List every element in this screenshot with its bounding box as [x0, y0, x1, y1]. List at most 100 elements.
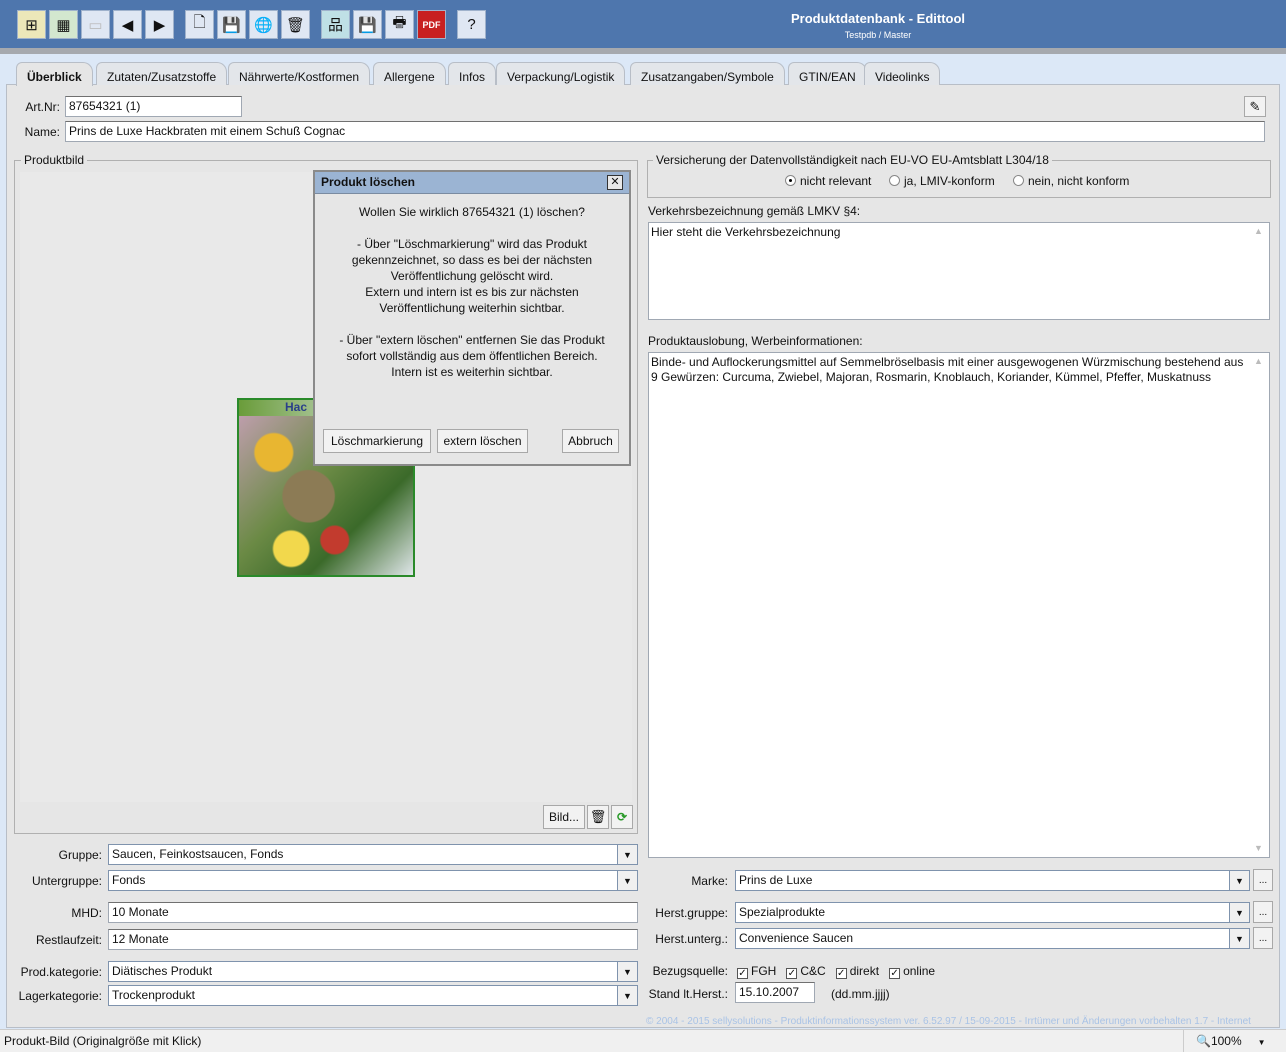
chevron-down-icon: ▼ — [617, 871, 637, 890]
hierarchy-icon[interactable]: 品 — [321, 10, 350, 39]
herstunterg-value: Convenience Saucen — [739, 931, 854, 945]
dialog-title: Produkt löschen — [315, 172, 629, 194]
status-text: Produkt-Bild (Originalgröße mit Klick) — [4, 1034, 202, 1048]
verkehr-textarea[interactable]: Hier steht die Verkehrsbezeichnung ▲ — [648, 222, 1270, 320]
auslobung-text: Binde- und Auflockerungsmittel auf Semme… — [651, 355, 1244, 384]
lagerkategorie-label: Lagerkategorie: — [18, 989, 102, 1003]
radio-lmiv-konform[interactable]: ja, LMIV-konform — [889, 174, 995, 188]
radio-label: ja, LMIV-konform — [904, 174, 995, 188]
delete-image-icon[interactable]: 🗑 — [587, 805, 609, 829]
marke-select[interactable]: Prins de Luxe ▼ — [735, 870, 1250, 891]
zoom-icon: 🔍 — [1196, 1034, 1211, 1048]
new-document-icon[interactable]: 🗋 — [185, 10, 214, 39]
radio-label: nein, nicht konform — [1028, 174, 1130, 188]
print-icon[interactable]: 🖶 — [385, 10, 414, 39]
untergruppe-select[interactable]: Fonds ▼ — [108, 870, 638, 891]
untergruppe-value: Fonds — [112, 873, 146, 887]
radio-nicht-relevant[interactable]: nicht relevant — [785, 174, 871, 188]
back-icon[interactable]: ◀ — [113, 10, 142, 39]
tab-allergene[interactable]: Allergene — [373, 62, 446, 85]
produktbild-title: Produktbild — [21, 153, 88, 167]
date-format-hint: (dd.mm.jjjj) — [831, 987, 890, 1001]
lagerkategorie-select[interactable]: Trockenprodukt ▼ — [108, 985, 638, 1006]
window-title: Produktdatenbank - Edittool — [790, 11, 966, 26]
radio-icon — [785, 175, 796, 186]
globe-icon[interactable]: 🌐 — [249, 10, 278, 39]
scrollbar[interactable]: ▲ — [1254, 224, 1268, 318]
herstgruppe-value: Spezialprodukte — [739, 905, 826, 919]
checkbox-label: C&C — [800, 964, 826, 978]
checkbox-label: direkt — [849, 964, 880, 978]
scrollbar[interactable]: ▲ ▼ — [1254, 354, 1268, 856]
artnr-field[interactable]: 87654321 (1) — [65, 96, 242, 117]
checkbox-online[interactable]: ✓ online — [889, 964, 936, 979]
radio-icon — [889, 175, 900, 186]
tab-zutaten-zusatzstoffe[interactable]: Zutaten/Zusatzstoffe — [96, 62, 228, 85]
checkbox-icon: ✓ — [835, 968, 847, 979]
loeschmarkierung-button[interactable]: Löschmarkierung — [323, 429, 431, 453]
trash-icon[interactable]: 🗑 — [281, 10, 310, 39]
tab-infos[interactable]: Infos — [448, 62, 497, 85]
tab-zusatzangaben-symbole[interactable]: Zusatzangaben/Symbole — [630, 62, 785, 85]
gruppe-label: Gruppe: — [58, 848, 102, 862]
checkbox-fgh[interactable]: ✓ FGH — [737, 964, 777, 979]
search-list-icon[interactable]: ⊞ — [17, 10, 46, 39]
extern-loeschen-button[interactable]: extern löschen — [437, 429, 528, 453]
save-web-icon[interactable]: 💾 — [353, 10, 382, 39]
checkbox-direkt[interactable]: ✓ direkt — [835, 964, 880, 979]
untergruppe-label: Untergruppe: — [31, 874, 102, 888]
refresh-icon[interactable]: ⟳ — [611, 805, 633, 829]
gruppe-select[interactable]: Saucen, Feinkostsaucen, Fonds ▼ — [108, 844, 638, 865]
close-icon[interactable]: ✕ — [607, 175, 623, 190]
table-icon[interactable]: ▦ — [49, 10, 78, 39]
save-icon[interactable]: 💾 — [217, 10, 246, 39]
checkbox-icon: ✓ — [737, 968, 748, 979]
bild-button[interactable]: Bild... — [543, 805, 585, 829]
checkbox-cc[interactable]: ✓ C&C — [786, 964, 826, 979]
verkehr-text: Hier steht die Verkehrsbezeichnung — [651, 225, 841, 239]
chevron-down-icon: ▼ — [1229, 903, 1249, 922]
herstunterg-more-button[interactable]: ... — [1253, 927, 1273, 949]
tab-überblick[interactable]: Überblick — [16, 62, 93, 86]
herstunterg-select[interactable]: Convenience Saucen ▼ — [735, 928, 1250, 949]
help-icon[interactable]: ? — [457, 10, 486, 39]
artnr-label: Art.Nr: — [25, 100, 60, 114]
herstgruppe-more-button[interactable]: ... — [1253, 901, 1273, 923]
lagerkategorie-value: Trockenprodukt — [112, 988, 195, 1002]
chevron-down-icon: ▼ — [617, 962, 637, 981]
chevron-down-icon: ▼ — [617, 845, 637, 864]
chevron-down-icon: ▼ — [1229, 871, 1249, 890]
restlaufzeit-field[interactable]: 12 Monate — [108, 929, 638, 950]
tab-gtin-ean[interactable]: GTIN/EAN — [788, 62, 867, 85]
herstgruppe-select[interactable]: Spezialprodukte ▼ — [735, 902, 1250, 923]
radio-nicht-konform[interactable]: nein, nicht konform — [1013, 174, 1129, 188]
stand-field[interactable]: 15.10.2007 — [735, 982, 815, 1003]
name-field[interactable]: Prins de Luxe Hackbraten mit einem Schuß… — [65, 121, 1265, 142]
tab-nährwerte-kostformen[interactable]: Nährwerte/Kostformen — [228, 62, 371, 85]
edit-icon[interactable]: ✎ — [1244, 96, 1266, 117]
checkbox-icon: ✓ — [889, 968, 901, 979]
chevron-down-icon: ▼ — [1229, 929, 1249, 948]
herstunterg-label: Herst.unterg.: — [655, 932, 728, 946]
marke-more-button[interactable]: ... — [1253, 869, 1273, 891]
bezugsquelle-options: ✓ FGH ✓ C&C ✓ direkt ✓ online — [737, 964, 935, 979]
chevron-down-icon: ▼ — [1257, 1038, 1266, 1047]
folder-disabled-icon: ▭ — [81, 10, 110, 39]
prodkategorie-select[interactable]: Diätisches Produkt ▼ — [108, 961, 638, 982]
checkbox-label: FGH — [751, 964, 777, 978]
divider — [1183, 1029, 1184, 1052]
checkbox-label: online — [903, 964, 936, 978]
forward-icon[interactable]: ▶ — [145, 10, 174, 39]
tab-verpackung-logistik[interactable]: Verpackung/Logistik — [496, 62, 626, 85]
pdf-export-icon[interactable]: PDF — [417, 10, 446, 39]
tab-videolinks[interactable]: Videolinks — [864, 62, 941, 85]
auslobung-textarea[interactable]: Binde- und Auflockerungsmittel auf Semme… — [648, 352, 1270, 858]
mhd-label: MHD: — [71, 906, 102, 920]
verkehr-label: Verkehrsbezeichnung gemäß LMKV §4: — [648, 204, 861, 218]
compliance-title: Versicherung der Datenvollständigkeit na… — [653, 153, 1052, 167]
mhd-field[interactable]: 10 Monate — [108, 902, 638, 923]
bezugsquelle-label: Bezugsquelle: — [652, 964, 728, 978]
abbruch-button[interactable]: Abbruch — [562, 429, 619, 453]
zoom-control[interactable]: 🔍100% ▼ — [1196, 1034, 1266, 1048]
divider — [0, 48, 1286, 54]
